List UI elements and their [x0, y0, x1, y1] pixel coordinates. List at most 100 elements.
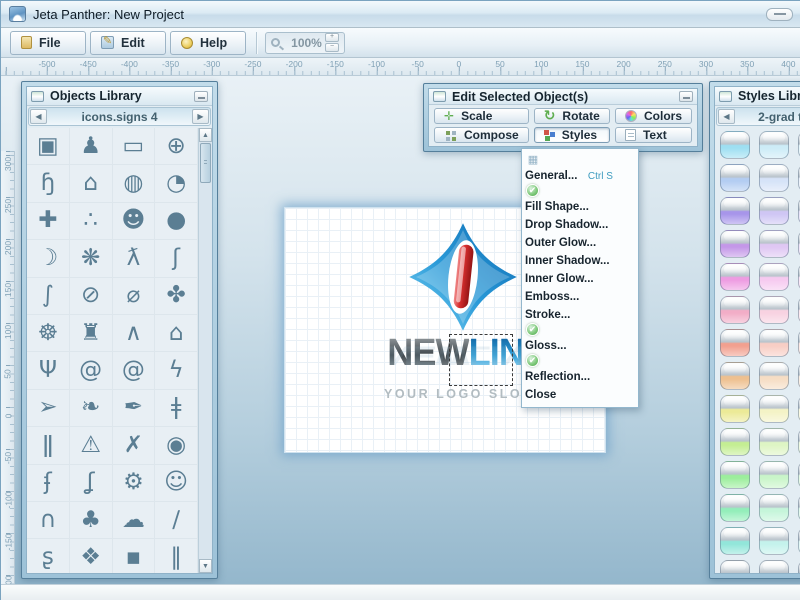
edit-panel-title: Edit Selected Object(s)	[452, 90, 588, 104]
help-button[interactable]: Help	[170, 31, 246, 55]
edit-panel-minimize-button[interactable]	[679, 91, 693, 102]
menu-item-label: Fill Shape...	[525, 201, 589, 213]
style-swatch[interactable]	[759, 230, 789, 258]
scale-icon: ✛	[444, 110, 454, 122]
file-icon	[21, 36, 32, 49]
workspace: NEWLINX NEWLINX YOUR LOGO SLOGAN 3002502…	[1, 76, 800, 584]
style-swatch[interactable]	[720, 395, 750, 423]
ruler-label: 300	[685, 59, 726, 69]
ruler-label: 250	[644, 59, 685, 69]
menu-item-label: Reflection...	[525, 371, 590, 383]
menu-item-shortcut: Ctrl S	[588, 171, 613, 182]
zoom-increase-button[interactable]: +	[325, 33, 339, 42]
style-swatch[interactable]	[759, 329, 789, 357]
style-swatch[interactable]	[720, 263, 750, 291]
previous-collection-button[interactable]: ◀	[30, 109, 47, 124]
objects-library-title: Objects Library	[50, 89, 142, 103]
scale-button[interactable]: ✛ Scale	[434, 108, 529, 124]
ruler-label: -400	[109, 59, 150, 69]
ruler-label: -300	[191, 59, 232, 69]
edit-icon	[101, 36, 114, 49]
panel-icon	[31, 91, 44, 102]
menu-item-label: Gloss...	[525, 340, 567, 352]
scroll-down-button[interactable]: ▼	[199, 559, 212, 573]
style-swatch[interactable]	[720, 428, 750, 456]
file-button-label: File	[39, 36, 61, 50]
horizontal-ruler: -500-450-400-350-300-250-200-150-100-500…	[1, 58, 800, 76]
objects-library-header[interactable]: Objects Library	[27, 87, 212, 106]
ruler-label: -50	[1, 437, 15, 479]
scroll-up-button[interactable]: ▲	[199, 128, 212, 142]
rotate-icon: ↻	[544, 109, 556, 123]
styles-icon	[544, 130, 549, 135]
ruler-label: 100	[1, 311, 15, 353]
ruler-label: -150	[1, 521, 15, 563]
file-button[interactable]: File	[10, 31, 86, 55]
ruler-label: 250	[1, 185, 15, 227]
ruler-label: 300	[1, 143, 15, 185]
logo-slogan[interactable]: YOUR LOGO SLOGAN	[384, 387, 516, 401]
menu-item-label: Outer Glow...	[525, 237, 596, 249]
style-swatch[interactable]	[759, 527, 789, 555]
menu-item-icon: ✔	[526, 323, 539, 336]
objects-scrollbar[interactable]: ▲ ▼	[198, 128, 212, 573]
style-swatch[interactable]	[720, 494, 750, 522]
objects-library-minimize-button[interactable]	[194, 91, 208, 102]
ruler-label: 100	[521, 59, 562, 69]
style-swatch[interactable]	[759, 395, 789, 423]
ruler-label: 50	[1, 353, 15, 395]
menu-item-icon: ✔	[526, 184, 539, 197]
previous-styles-button[interactable]: ◀	[718, 109, 735, 124]
style-swatch[interactable]	[759, 263, 789, 291]
style-swatch[interactable]	[720, 362, 750, 390]
vertical-ruler: 300250200150100500-50-100-150-200-250-30…	[1, 151, 15, 600]
style-swatch[interactable]	[759, 560, 789, 573]
menu-item-label: General...	[525, 170, 577, 182]
rotate-button[interactable]: ↻ Rotate	[534, 108, 610, 124]
style-swatch[interactable]	[759, 164, 789, 192]
style-swatch[interactable]	[759, 494, 789, 522]
style-swatch[interactable]	[720, 197, 750, 225]
ruler-label: 150	[1, 269, 15, 311]
style-swatch[interactable]	[759, 461, 789, 489]
next-collection-button[interactable]: ▶	[192, 109, 209, 124]
scrollbar-track[interactable]	[199, 184, 212, 559]
window-title: Jeta Panther: New Project	[33, 7, 184, 22]
styles-menu: ▦ General... Ctrl S ✔ Fill Shape... Drop…	[521, 148, 639, 408]
ruler-label: 0	[438, 59, 479, 69]
style-swatch[interactable]	[720, 131, 750, 159]
style-swatch[interactable]	[759, 131, 789, 159]
text-icon	[625, 129, 636, 141]
menu-item-icon: ▦	[525, 153, 541, 166]
scrollbar-thumb[interactable]	[200, 143, 211, 183]
style-swatch[interactable]	[759, 362, 789, 390]
colors-button[interactable]: Colors	[615, 108, 692, 124]
ruler-label: 200	[603, 59, 644, 69]
compose-button[interactable]: Compose	[434, 127, 529, 143]
text-button[interactable]: Text	[615, 127, 692, 143]
style-swatch[interactable]	[720, 329, 750, 357]
style-swatch[interactable]	[720, 461, 750, 489]
styles-button[interactable]: Styles	[534, 127, 610, 143]
styles-library-header[interactable]: Styles Library	[715, 87, 800, 106]
logo-diamond-graphic[interactable]	[407, 221, 519, 333]
style-swatch[interactable]	[720, 296, 750, 324]
style-swatch[interactable]	[720, 230, 750, 258]
style-swatch[interactable]	[759, 428, 789, 456]
window-minimize-button[interactable]	[766, 8, 793, 21]
zoom-decrease-button[interactable]: −	[325, 43, 339, 52]
style-swatch[interactable]	[720, 560, 750, 573]
style-swatch[interactable]	[759, 197, 789, 225]
style-swatch[interactable]	[720, 164, 750, 192]
selection-marquee[interactable]	[449, 334, 513, 386]
menu-item-label: Inner Glow...	[525, 273, 594, 285]
edit-panel-header[interactable]: Edit Selected Object(s)	[429, 89, 697, 105]
panel-icon	[433, 91, 446, 102]
ruler-label: 200	[1, 227, 15, 269]
edit-button[interactable]: Edit	[90, 31, 166, 55]
menu-item-label: Stroke...	[525, 309, 570, 321]
menu-item-label: Emboss...	[525, 291, 579, 303]
style-swatch[interactable]	[759, 296, 789, 324]
style-swatch[interactable]	[720, 527, 750, 555]
titlebar: Jeta Panther: New Project	[1, 1, 800, 28]
